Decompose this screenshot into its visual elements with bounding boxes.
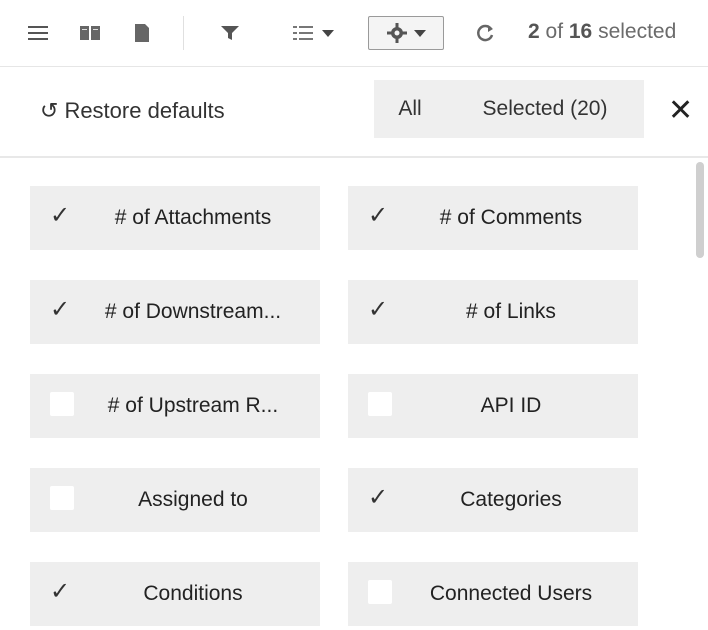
column-label: # of Comments xyxy=(439,206,583,229)
book-view-button[interactable] xyxy=(70,16,110,50)
column-label: # of Attachments xyxy=(114,206,272,229)
filter-icon xyxy=(221,26,239,40)
check-icon[interactable]: ✓ xyxy=(50,298,74,322)
scrollbar-thumb[interactable] xyxy=(696,162,704,258)
column-chip[interactable]: ✓ Conditions xyxy=(30,562,320,626)
chevron-down-icon xyxy=(414,29,426,37)
check-icon[interactable]: ✓ xyxy=(368,486,392,510)
selection-count-of: of xyxy=(539,20,569,43)
check-icon[interactable]: ✓ xyxy=(50,204,74,228)
check-icon[interactable]: ✓ xyxy=(368,204,392,228)
document-view-button[interactable] xyxy=(122,16,162,50)
column-label: Assigned to xyxy=(138,488,248,511)
column-chip[interactable]: ✓ # of Links xyxy=(348,280,638,344)
check-icon[interactable]: ✓ xyxy=(50,580,74,604)
toolbar: 2 of 16 selected xyxy=(0,0,708,67)
selection-count: 2 of 16 selected xyxy=(528,20,676,44)
list-view-button[interactable] xyxy=(18,16,58,50)
column-grid: ✓ # of Attachments ✓ # of Comments ✓ # o… xyxy=(0,158,690,630)
column-chip[interactable]: # of Upstream R... xyxy=(30,374,320,438)
column-chip[interactable]: Assigned to xyxy=(30,468,320,532)
column-label: # of Upstream R... xyxy=(107,394,279,417)
column-label: Categories xyxy=(460,488,562,511)
tab-all[interactable]: All xyxy=(374,80,446,138)
restore-defaults-link[interactable]: ↺ Restore defaults xyxy=(40,98,225,124)
column-chip[interactable]: ✓ Categories xyxy=(348,468,638,532)
selection-count-suffix: selected xyxy=(592,20,677,43)
column-chip[interactable]: Connected Users xyxy=(348,562,638,626)
empty-checkbox-icon[interactable] xyxy=(50,486,74,510)
restore-defaults-label: Restore defaults xyxy=(64,98,225,123)
selection-count-selected: 2 xyxy=(528,20,540,43)
check-icon[interactable]: ✓ xyxy=(368,298,392,322)
columns-menu-button[interactable] xyxy=(278,16,348,50)
column-filter-tabs: All Selected (20) xyxy=(374,80,644,138)
column-chip[interactable]: ✓ # of Comments xyxy=(348,186,638,250)
empty-checkbox-icon[interactable] xyxy=(368,580,392,604)
tab-selected[interactable]: Selected (20) xyxy=(446,80,644,138)
chevron-down-icon xyxy=(322,29,334,37)
settings-menu-button[interactable] xyxy=(368,16,444,50)
empty-checkbox-icon[interactable] xyxy=(368,392,392,416)
selection-count-total: 16 xyxy=(568,20,593,43)
column-chip[interactable]: ✓ # of Downstream... xyxy=(30,280,320,344)
column-label: Conditions xyxy=(143,582,243,605)
toolbar-separator xyxy=(183,16,184,50)
gear-icon xyxy=(387,23,407,43)
column-label: Connected Users xyxy=(429,582,593,605)
undo-icon: ↺ xyxy=(40,98,59,123)
refresh-button[interactable] xyxy=(468,16,502,50)
book-view-icon xyxy=(80,26,100,40)
columns-icon xyxy=(293,26,313,40)
empty-checkbox-icon[interactable] xyxy=(50,392,74,416)
list-view-icon xyxy=(28,26,48,40)
column-label: # of Links xyxy=(466,300,556,323)
column-label: # of Downstream... xyxy=(104,300,282,323)
filter-button[interactable] xyxy=(214,16,246,50)
refresh-icon xyxy=(477,24,494,42)
close-icon[interactable]: ✕ xyxy=(668,96,693,126)
column-chip[interactable]: API ID xyxy=(348,374,638,438)
document-view-icon xyxy=(135,24,149,42)
column-chip[interactable]: ✓ # of Attachments xyxy=(30,186,320,250)
column-label: API ID xyxy=(480,394,542,417)
